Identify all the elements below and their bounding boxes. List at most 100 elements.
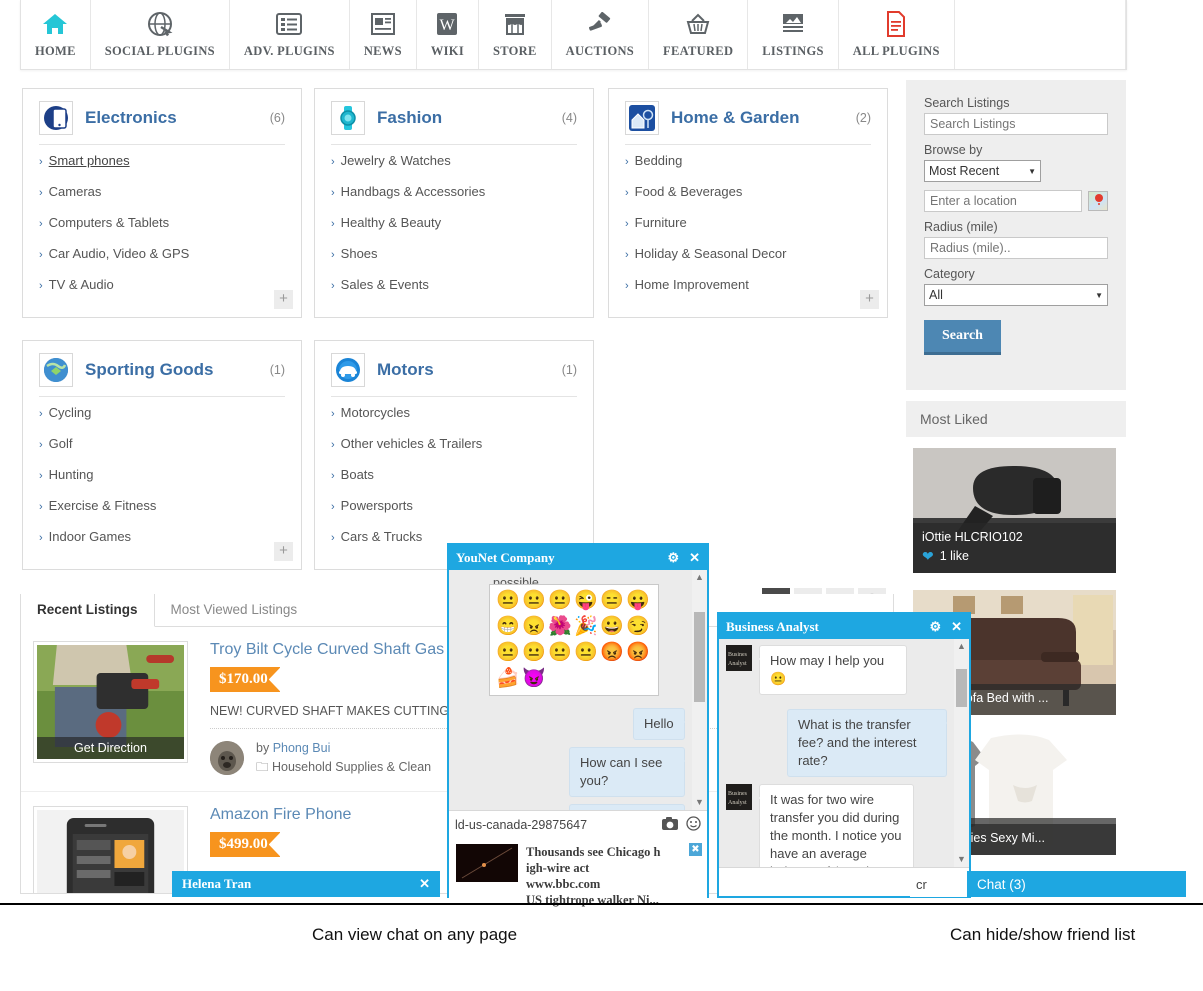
category-subitem[interactable]: › Computers & Tablets	[39, 207, 285, 238]
chat-header[interactable]: Business Analyst ⚙ ✕	[719, 614, 969, 639]
emoji[interactable]: 🍰	[496, 667, 520, 691]
tab-recent-listings[interactable]: Recent Listings	[21, 594, 155, 627]
emoji[interactable]: 😐	[522, 641, 546, 665]
emoji[interactable]: 😐	[548, 641, 572, 665]
gear-icon[interactable]: ⚙	[929, 619, 941, 635]
nav-item-home[interactable]: HOME	[21, 0, 91, 69]
avatar[interactable]	[210, 741, 244, 775]
scroll-up-icon[interactable]: ▲	[692, 570, 707, 585]
browse-by-select[interactable]: Most Recent ▼	[924, 160, 1041, 182]
category-subitem[interactable]: › Healthy & Beauty	[331, 207, 577, 238]
emoji[interactable]: 😈	[522, 667, 546, 691]
emoji[interactable]: 🎉	[574, 615, 598, 639]
category-subitem[interactable]: › Sales & Events	[331, 269, 577, 300]
expand-category-button[interactable]: +	[860, 290, 879, 309]
category-subitem[interactable]: › Cameras	[39, 176, 285, 207]
nav-item-auctions[interactable]: AUCTIONS	[552, 0, 650, 69]
map-pin-icon[interactable]	[1088, 191, 1108, 211]
category-title[interactable]: Home & Garden	[671, 108, 856, 128]
emoji[interactable]: 😐	[522, 589, 546, 613]
scroll-down-icon[interactable]: ▼	[692, 795, 707, 810]
scrollbar-thumb[interactable]	[694, 612, 705, 702]
category-subitem[interactable]: › Boats	[331, 459, 577, 490]
radius-input[interactable]	[924, 237, 1108, 259]
emoji[interactable]: 😠	[522, 615, 546, 639]
emoji[interactable]: 😜	[574, 589, 598, 613]
tab-most-viewed-listings[interactable]: Most Viewed Listings	[154, 594, 314, 626]
chat-scrollbar[interactable]: ▲ ▼	[692, 570, 707, 810]
category-title[interactable]: Sporting Goods	[85, 360, 270, 380]
listing-category[interactable]: Household Supplies & Clean	[272, 760, 431, 774]
listing-thumbnail[interactable]: Get Direction	[33, 641, 188, 763]
chat-input-row[interactable]: ld-us-canada-29875647	[449, 810, 707, 838]
chat-bar-helena-tran[interactable]: Helena Tran ✕	[172, 871, 440, 897]
category-subitem[interactable]: › Food & Beverages	[625, 176, 871, 207]
close-icon[interactable]: ✕	[689, 550, 700, 566]
scrollbar-thumb[interactable]	[956, 669, 967, 707]
emoji[interactable]: 😑	[600, 589, 624, 613]
nav-item-wiki[interactable]: W WIKI	[417, 0, 479, 69]
most-liked-card-1[interactable]: iOttie HLCRIO102 ❤ 1 like	[913, 448, 1116, 573]
scroll-up-icon[interactable]: ▲	[954, 639, 969, 654]
expand-category-button[interactable]: +	[274, 542, 293, 561]
category-subitem[interactable]: › Other vehicles & Trailers	[331, 428, 577, 459]
category-subitem[interactable]: › Indoor Games	[39, 521, 285, 552]
nav-item-adv-plugins[interactable]: ADV. PLUGINS	[230, 0, 350, 69]
emoji[interactable]: 😐	[548, 589, 572, 613]
emoji[interactable]: 😐	[496, 589, 520, 613]
emoji[interactable]: 😡	[600, 641, 624, 665]
avatar[interactable]: Busines Analyst	[726, 784, 752, 810]
category-subitem[interactable]: › Cycling	[39, 397, 285, 428]
search-listings-input[interactable]	[924, 113, 1108, 135]
remove-link-preview-icon[interactable]: ✖	[689, 843, 702, 856]
category-subitem[interactable]: › Bedding	[625, 145, 871, 176]
category-subitem[interactable]: › Golf	[39, 428, 285, 459]
chat-scrollbar[interactable]: ▲ ▼	[954, 639, 969, 867]
listing-thumbnail[interactable]	[33, 806, 188, 893]
camera-icon[interactable]	[662, 816, 678, 833]
location-input[interactable]	[924, 190, 1082, 212]
category-select[interactable]: All ▼	[924, 284, 1108, 306]
category-subitem[interactable]: › TV & Audio	[39, 269, 285, 300]
emoji-picker-icon[interactable]	[686, 815, 701, 834]
category-title[interactable]: Motors	[377, 360, 562, 380]
category-subitem[interactable]: › Exercise & Fitness	[39, 490, 285, 521]
category-subitem[interactable]: › Handbags & Accessories	[331, 176, 577, 207]
nav-item-all-plugins[interactable]: ALL PLUGINS	[839, 0, 955, 69]
emoji[interactable]: 😐	[496, 641, 520, 665]
close-icon[interactable]: ✕	[951, 619, 962, 635]
chat-bar-toggle[interactable]: Chat (3)	[967, 871, 1186, 897]
expand-category-button[interactable]: +	[274, 290, 293, 309]
category-subitem[interactable]: › Car Audio, Video & GPS	[39, 238, 285, 269]
category-subitem[interactable]: › Smart phones	[39, 145, 285, 176]
listing-author[interactable]: Phong Bui	[273, 741, 331, 755]
nav-item-news[interactable]: NEWS	[350, 0, 417, 69]
chat-input-value[interactable]: ld-us-canada-29875647	[455, 818, 654, 832]
category-title[interactable]: Electronics	[85, 108, 270, 128]
search-button[interactable]: Search	[924, 320, 1001, 355]
nav-item-social-plugins[interactable]: SOCIAL PLUGINS	[91, 0, 230, 69]
category-title[interactable]: Fashion	[377, 108, 562, 128]
emoji[interactable]: 😐	[574, 641, 598, 665]
emoji[interactable]: 🌺	[548, 615, 572, 639]
scroll-down-icon[interactable]: ▼	[954, 852, 969, 867]
emoji[interactable]: 😀	[600, 615, 624, 639]
chat-header[interactable]: YouNet Company ⚙ ✕	[449, 545, 707, 570]
category-subitem[interactable]: › Home Improvement	[625, 269, 871, 300]
emoji[interactable]: 😡	[626, 641, 650, 665]
category-subitem[interactable]: › Jewelry & Watches	[331, 145, 577, 176]
category-subitem[interactable]: › Hunting	[39, 459, 285, 490]
emoji[interactable]: 😛	[626, 589, 650, 613]
gear-icon[interactable]: ⚙	[667, 550, 679, 566]
avatar[interactable]: Busines Analyst	[726, 645, 752, 671]
emoji[interactable]: 😏	[626, 615, 650, 639]
nav-item-listings[interactable]: LISTINGS	[748, 0, 839, 69]
emoji[interactable]: 😁	[496, 615, 520, 639]
nav-item-store[interactable]: STORE	[479, 0, 552, 69]
category-subitem[interactable]: › Holiday & Seasonal Decor	[625, 238, 871, 269]
close-icon[interactable]: ✕	[419, 876, 430, 892]
category-subitem[interactable]: › Powersports	[331, 490, 577, 521]
category-subitem[interactable]: › Shoes	[331, 238, 577, 269]
nav-item-featured[interactable]: FEATURED	[649, 0, 749, 69]
get-direction-label[interactable]: Get Direction	[37, 737, 184, 759]
